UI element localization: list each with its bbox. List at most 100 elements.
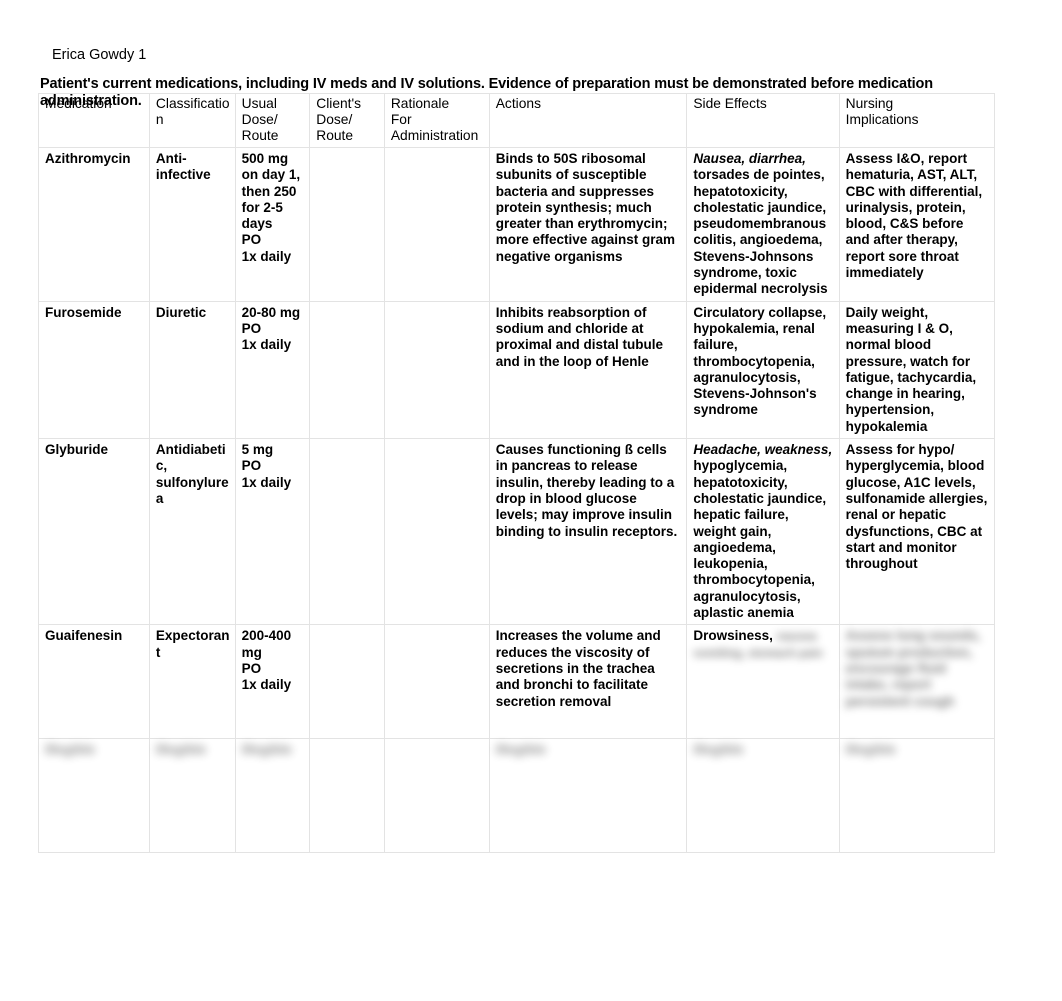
medication-table: Medication Classification Usual Dose/ Ro…: [38, 93, 996, 854]
dose-line: days: [241, 216, 273, 232]
header-line: Rationale: [390, 96, 450, 111]
cell-medication: Guaifenesin: [38, 624, 150, 740]
dose-line: PO: [241, 458, 262, 474]
cell-client-dose-route: [309, 300, 385, 440]
column-header-usual-dose-route: Usual Dose/ Route: [234, 93, 311, 148]
cell-usual-dose-route: 5 mg PO 1x daily: [234, 438, 311, 626]
column-header-client-dose-route: Client's Dose/ Route: [309, 93, 385, 148]
cell-medication: Furosemide: [38, 300, 150, 440]
student-name: Erica Gowdy 1: [52, 47, 147, 63]
dose-line: for 2-5: [241, 199, 283, 215]
cell-nursing-implications: Daily weight, measuring I & O, normal bl…: [838, 300, 996, 440]
header-line: Actions: [495, 96, 541, 111]
cell-rationale: [383, 300, 490, 440]
cell-client-dose-route: [309, 624, 385, 740]
cell-rationale: [383, 147, 490, 302]
dose-line: 1x daily: [241, 677, 292, 693]
cell-rationale: [383, 624, 490, 740]
cell-side-effects: Circulatory collapse, hypokalemia, renal…: [686, 300, 840, 440]
dose-line: mg: [241, 644, 262, 660]
cell-client-dose-route: [309, 147, 385, 302]
cell-client-dose-route: [309, 738, 385, 854]
cell-actions: Binds to 50S ribosomal subunits of susce…: [488, 147, 688, 302]
cell-actions: Increases the volume and reduces the vis…: [488, 624, 688, 740]
cell-side-effects: Nausea, diarrhea, torsades de pointes, h…: [686, 147, 840, 302]
dose-line: PO: [241, 320, 262, 336]
side-effect-body: torsades de pointes, hepatotoxicity, cho…: [693, 167, 828, 297]
column-header-medication: Medication: [38, 93, 150, 148]
cell-usual-dose-route: 200-400 mg PO 1x daily: [234, 624, 311, 740]
dose-line: 1x daily: [241, 474, 292, 490]
dose-line: 5 mg: [241, 442, 274, 458]
nursing-redacted-text: Assess lung sounds, sputum production, e…: [845, 628, 981, 709]
cell-nursing-implications: Assess I&O, report hematuria, AST, ALT, …: [838, 147, 996, 302]
cell-nursing-implications: Assess lung sounds, sputum production, e…: [838, 624, 996, 740]
side-effect-redacted-text: Illegible: [693, 742, 744, 758]
cell-usual-dose-route: 20-80 mg PO 1x daily: [234, 300, 311, 440]
table-header-row: Medication Classification Usual Dose/ Ro…: [38, 93, 996, 148]
cell-actions: Causes functioning ß cells in pancreas t…: [488, 438, 688, 626]
column-header-side-effects: Side Effects: [686, 93, 840, 148]
header-line: Route: [241, 128, 279, 143]
cell-nursing-implications: Assess for hypo/ hyperglycemia, blood gl…: [838, 438, 996, 626]
header-line: Dose/: [316, 112, 353, 127]
column-header-actions: Actions: [488, 93, 688, 148]
column-header-nursing-implications: Nursing Implications: [838, 93, 996, 148]
table-row: Guaifenesin Expectorant 200-400 mg PO 1x…: [38, 624, 996, 740]
header-line: Dose/: [241, 112, 278, 127]
table-row: Illegible Illegible Illegible Illegible …: [38, 738, 996, 854]
cell-classification: Diuretic: [148, 300, 236, 440]
table-row: Glyburide Antidiabetic, sulfonylurea 5 m…: [38, 438, 996, 626]
header-line: Classification: [155, 96, 230, 127]
classification-redacted-text: Illegible: [155, 742, 207, 758]
cell-side-effects: Headache, weakness, hypoglycemia, hepato…: [686, 438, 840, 626]
cell-actions: Illegible: [488, 738, 688, 854]
cell-actions: Inhibits reabsorption of sodium and chlo…: [488, 300, 688, 440]
cell-classification: Expectorant: [148, 624, 236, 740]
dose-line: on day 1,: [241, 167, 301, 183]
cell-rationale: [383, 738, 490, 854]
dose-line: 20-80 mg: [241, 304, 301, 320]
cell-medication: Glyburide: [38, 438, 150, 626]
dose-line: PO: [241, 232, 262, 248]
cell-usual-dose-route: Illegible: [234, 738, 311, 854]
dose-line: PO: [241, 660, 262, 676]
side-effect-body: Drowsiness,: [693, 628, 773, 644]
document-page: Erica Gowdy 1 Patient's current medicati…: [0, 0, 1062, 1001]
cell-side-effects: Illegible: [686, 738, 840, 854]
header-line: Nursing: [845, 96, 894, 111]
header-line: Route: [316, 128, 354, 143]
header-line: Medication: [45, 96, 112, 111]
cell-medication: Illegible: [38, 738, 150, 854]
cell-usual-dose-route: 500 mg on day 1, then 250 for 2-5 days P…: [234, 147, 311, 302]
column-header-classification: Classification: [148, 93, 236, 148]
side-effect-emphasis: Nausea, diarrhea,: [693, 151, 806, 166]
dose-line: 1x daily: [241, 337, 292, 353]
column-header-rationale: Rationale For Administration: [383, 93, 490, 148]
cell-side-effects: Drowsiness, nausea vomiting, stomach pai…: [686, 624, 840, 740]
cell-client-dose-route: [309, 438, 385, 626]
side-effect-emphasis: Headache, weakness,: [693, 442, 833, 458]
header-line: Usual: [241, 96, 277, 111]
cell-rationale: [383, 438, 490, 626]
medication-redacted-text: Illegible: [45, 742, 96, 758]
header-line: Client's: [316, 96, 362, 111]
cell-medication: Azithromycin: [38, 147, 150, 302]
dose-line: 1x daily: [241, 248, 292, 264]
table-row: Furosemide Diuretic 20-80 mg PO 1x daily…: [38, 300, 996, 440]
nursing-redacted-text: Illegible: [845, 742, 896, 758]
dose-line: 500 mg: [241, 151, 289, 166]
header-line: Administration: [390, 128, 479, 143]
cell-nursing-implications: Illegible: [838, 738, 996, 854]
dose-line: then 250: [241, 183, 297, 199]
actions-redacted-text: Illegible: [495, 742, 546, 758]
header-line: Side Effects: [693, 96, 767, 111]
side-effect-body: hypoglycemia, hepatotoxicity, cholestati…: [693, 458, 827, 621]
table-row: Azithromycin Anti-infective 500 mg on da…: [38, 147, 996, 302]
dose-redacted-text: Illegible: [241, 742, 292, 758]
header-line: Implications: [845, 112, 919, 127]
dose-line: 200-400: [241, 628, 292, 644]
cell-classification: Anti-infective: [148, 147, 236, 302]
cell-classification: Illegible: [148, 738, 236, 854]
header-line: For: [390, 112, 412, 127]
